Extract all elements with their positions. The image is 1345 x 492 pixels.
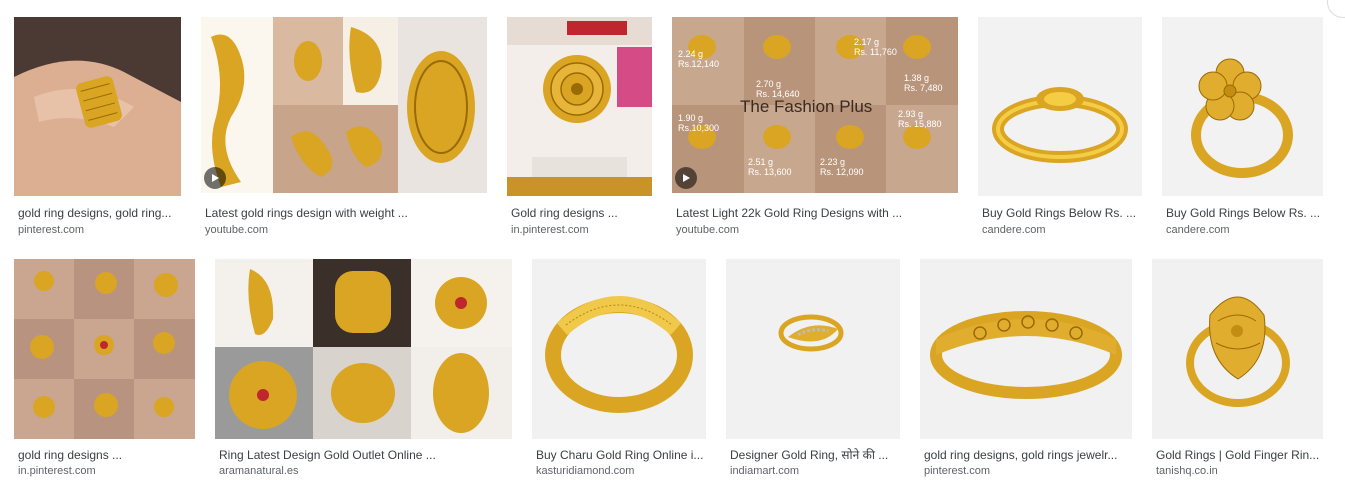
result-source[interactable]: in.pinterest.com — [511, 224, 652, 237]
image-result-8[interactable]: Ring Latest Design Gold Outlet Online ..… — [215, 259, 512, 485]
weight-price-label-3: 2.17 g Rs. 11,760 — [854, 37, 897, 57]
result-thumbnail[interactable] — [1152, 259, 1323, 439]
flower-gold-ring-image — [507, 17, 652, 196]
result-title[interactable]: Latest Light 22k Gold Ring Designs with … — [676, 206, 958, 220]
result-thumbnail[interactable] — [201, 17, 487, 193]
result-source[interactable]: candere.com — [1166, 224, 1323, 237]
result-title[interactable]: Gold Rings | Gold Finger Rin... — [1156, 448, 1323, 462]
result-thumbnail[interactable]: 2.24 g Rs.12,140 2.70 g Rs. 14,640 2.17 gR… — [672, 17, 958, 193]
diamond-gold-ring-image — [726, 259, 900, 439]
rings-on-hands-grid-image — [14, 259, 195, 439]
result-source[interactable]: tanishq.co.in — [1156, 465, 1323, 478]
result-source[interactable]: candere.com — [982, 224, 1142, 237]
gold-rings-collage-image — [201, 17, 487, 193]
weight-price-label-6: 2.51 g Rs. 13,600 — [748, 157, 792, 177]
result-thumbnail[interactable] — [726, 259, 900, 439]
result-title[interactable]: Buy Charu Gold Ring Online i... — [536, 448, 706, 462]
filigree-gold-band-image — [920, 259, 1132, 439]
result-source[interactable]: youtube.com — [676, 224, 958, 237]
weight-price-label-7: 2.23 g Rs. 12,090 — [820, 157, 864, 177]
play-overlay — [204, 167, 226, 189]
watermark-text: The Fashion Plus — [740, 97, 873, 116]
image-result-11[interactable]: gold ring designs, gold rings jewelr... … — [920, 259, 1132, 485]
result-title[interactable]: Designer Gold Ring, सोने की ... — [730, 448, 900, 462]
result-thumbnail[interactable] — [14, 259, 195, 439]
result-title[interactable]: Ring Latest Design Gold Outlet Online ..… — [219, 448, 512, 462]
result-title[interactable]: Gold ring designs ... — [511, 206, 652, 220]
result-title[interactable]: Latest gold rings design with weight ... — [205, 206, 487, 220]
result-thumbnail[interactable] — [532, 259, 706, 439]
result-source[interactable]: youtube.com — [205, 224, 487, 237]
result-thumbnail[interactable] — [215, 259, 512, 439]
image-result-5[interactable]: Buy Gold Rings Below Rs. ... candere.com — [978, 17, 1142, 243]
result-thumbnail[interactable] — [1162, 17, 1323, 196]
result-source[interactable]: pinterest.com — [18, 224, 181, 237]
result-thumbnail[interactable] — [978, 17, 1142, 196]
result-thumbnail[interactable] — [920, 259, 1132, 439]
textured-gold-band-image — [532, 259, 706, 439]
image-result-1[interactable]: gold ring designs, gold ring... pinteres… — [14, 17, 181, 243]
result-source[interactable]: aramanatural.es — [219, 465, 512, 478]
play-icon — [212, 174, 219, 182]
result-title[interactable]: Buy Gold Rings Below Rs. ... — [982, 206, 1142, 220]
result-thumbnail[interactable] — [14, 17, 181, 196]
result-title[interactable]: gold ring designs, gold ring... — [18, 206, 181, 220]
result-source[interactable]: pinterest.com — [924, 465, 1132, 478]
image-result-4[interactable]: 2.24 g Rs.12,140 2.70 g Rs. 14,640 2.17 gR… — [672, 17, 958, 243]
image-result-9[interactable]: Buy Charu Gold Ring Online i... kasturid… — [532, 259, 706, 485]
image-result-6[interactable]: Buy Gold Rings Below Rs. ... candere.com — [1162, 17, 1323, 243]
play-overlay — [675, 167, 697, 189]
weight-price-label-4: 1.38 g Rs. 7,480 — [904, 73, 943, 93]
result-source[interactable]: kasturidiamond.com — [536, 465, 706, 478]
play-icon — [683, 174, 690, 182]
image-result-2[interactable]: Latest gold rings design with weight ...… — [201, 17, 487, 243]
image-result-12[interactable]: Gold Rings | Gold Finger Rin... tanishq.… — [1152, 259, 1323, 485]
result-source[interactable]: in.pinterest.com — [18, 465, 195, 478]
weight-price-label-2: 2.70 g Rs. 14,640 — [756, 79, 800, 99]
result-source[interactable]: indiamart.com — [730, 465, 900, 478]
ornate-gold-ring-image — [1152, 259, 1323, 439]
weight-price-label-8: 2.93 g Rs. 15,880 — [898, 109, 942, 129]
result-title[interactable]: Buy Gold Rings Below Rs. ... — [1166, 206, 1323, 220]
result-thumbnail[interactable] — [507, 17, 652, 196]
result-title[interactable]: gold ring designs ... — [18, 448, 195, 462]
ring-on-finger-image — [14, 17, 181, 196]
weight-price-label-5: 1.90 g Rs.10,300 — [678, 113, 720, 133]
result-title[interactable]: gold ring designs, gold rings jewelr... — [924, 448, 1132, 462]
scroll-corner-button[interactable] — [1327, 0, 1345, 18]
flower-top-ring-image — [1162, 17, 1323, 196]
ring-designs-collage-image — [215, 259, 512, 439]
weight-price-label-1: 2.24 g Rs.12,140 — [678, 49, 720, 69]
image-result-10[interactable]: Designer Gold Ring, सोने की ... indiamar… — [726, 259, 900, 485]
image-result-3[interactable]: Gold ring designs ... in.pinterest.com — [507, 17, 652, 243]
gold-band-ring-image — [978, 17, 1142, 196]
image-result-7[interactable]: gold ring designs ... in.pinterest.com — [14, 259, 195, 485]
